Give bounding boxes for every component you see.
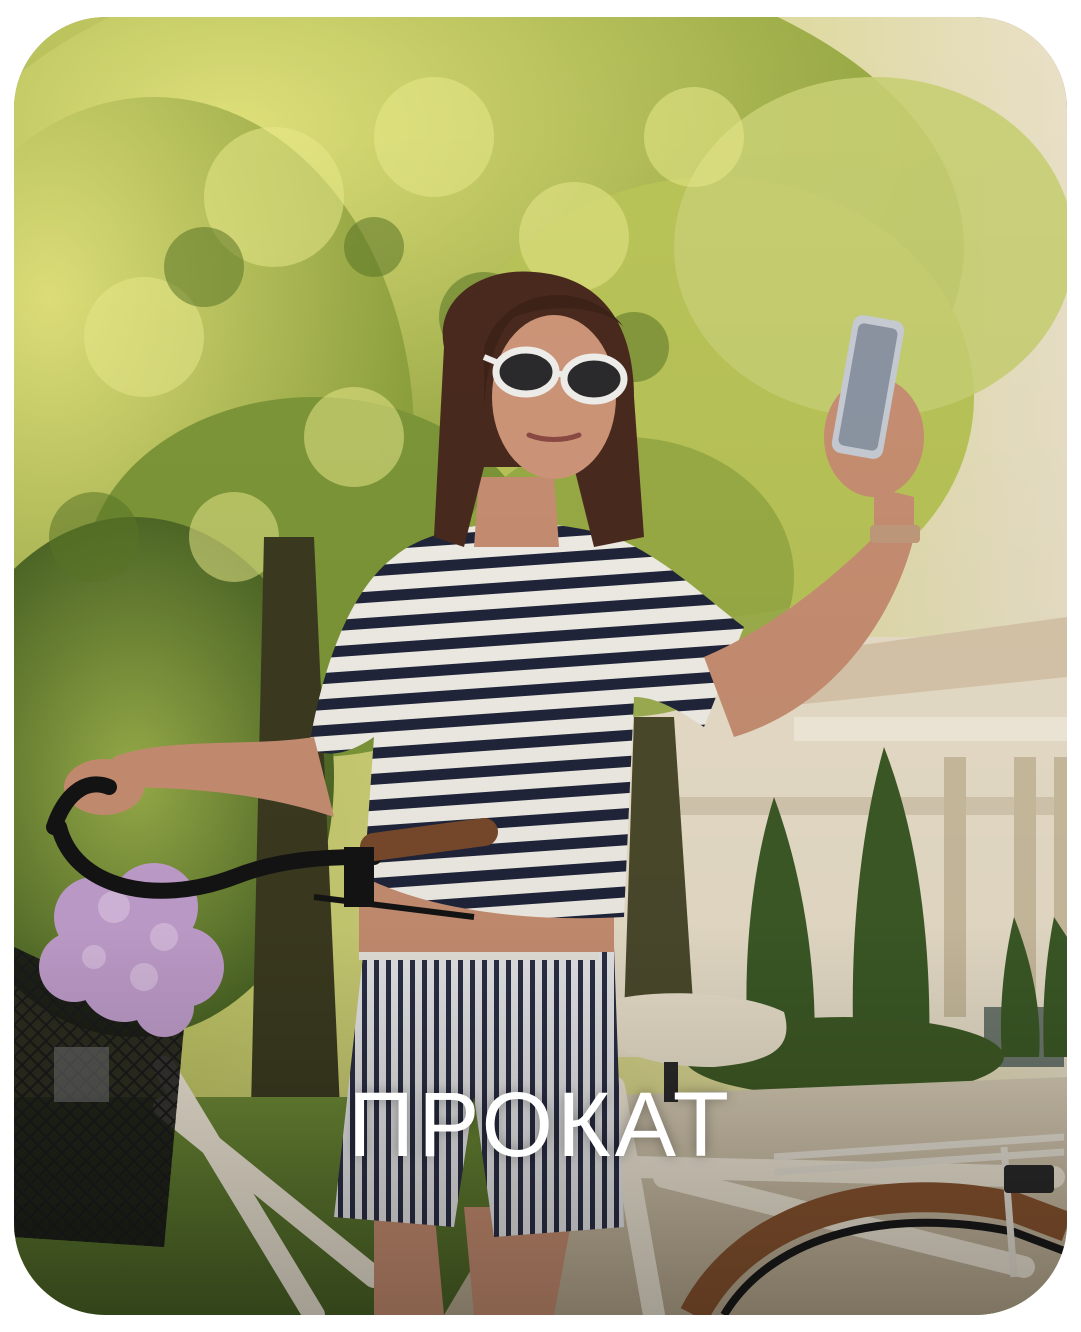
rental-category-card[interactable]: ПРОКАТ <box>14 17 1067 1315</box>
rental-title: ПРОКАТ <box>348 1074 733 1176</box>
